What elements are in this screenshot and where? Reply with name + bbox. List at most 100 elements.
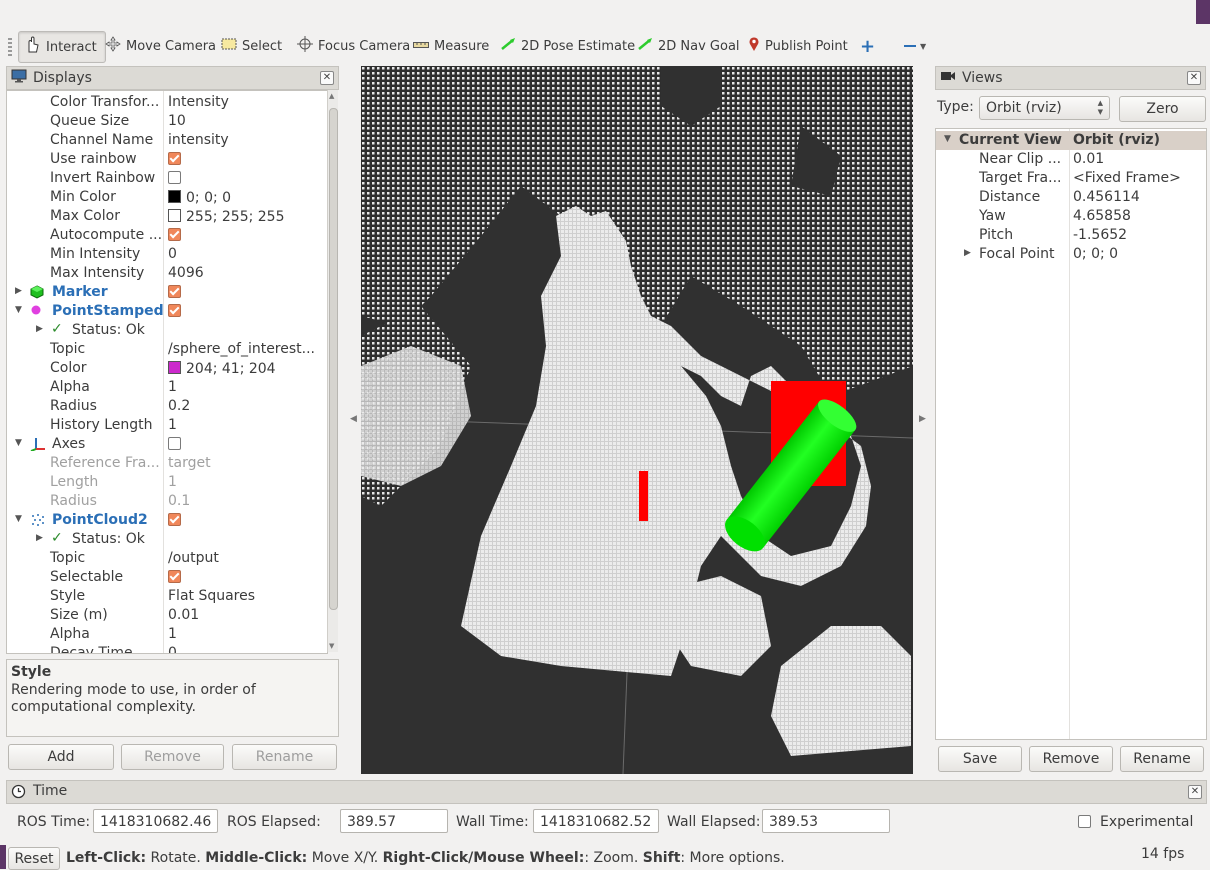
ros-elapsed-field[interactable]: 389.57 bbox=[340, 809, 448, 833]
remove-tool-button[interactable]: ▼ bbox=[904, 31, 926, 61]
property-key: Radius bbox=[50, 493, 97, 509]
view-property-row[interactable]: Pitch -1.5652 bbox=[936, 226, 1206, 245]
ros-time-field[interactable]: 1418310682.46 bbox=[93, 809, 218, 833]
property-key: History Length bbox=[50, 417, 153, 433]
save-view-button[interactable]: Save bbox=[938, 746, 1022, 772]
property-row[interactable]: Reference Fra... target bbox=[7, 454, 325, 473]
property-row[interactable]: Selectable bbox=[7, 568, 325, 587]
displays-title: Displays bbox=[33, 70, 92, 86]
property-row[interactable]: Style Flat Squares bbox=[7, 587, 325, 606]
dropdown-arrow-icon: ▼ bbox=[920, 41, 927, 51]
property-row[interactable]: ▶ ✓ Status: Ok bbox=[7, 530, 325, 549]
current-view-header[interactable]: ▼ Current View Orbit (rviz) bbox=[936, 131, 1206, 150]
property-row[interactable]: Topic/output bbox=[7, 549, 325, 568]
expand-open-icon[interactable]: ▼ bbox=[15, 305, 22, 315]
view-property-row[interactable]: Yaw 4.65858 bbox=[936, 207, 1206, 226]
property-row[interactable]: Alpha 1 bbox=[7, 625, 325, 644]
property-row[interactable]: Autocompute ... bbox=[7, 226, 325, 245]
tool-2d-nav-goal[interactable]: 2D Nav Goal bbox=[637, 31, 740, 61]
property-checkbox[interactable] bbox=[168, 304, 181, 317]
description-text: Rendering mode to use, in order of compu… bbox=[11, 682, 256, 715]
property-checkbox[interactable] bbox=[168, 228, 181, 241]
property-row[interactable]: Alpha 1 bbox=[7, 378, 325, 397]
tool-focus-camera[interactable]: Focus Camera bbox=[297, 31, 410, 61]
close-icon[interactable]: ✕ bbox=[1188, 785, 1202, 799]
property-row[interactable]: Size (m) 0.01 bbox=[7, 606, 325, 625]
property-checkbox[interactable] bbox=[168, 513, 181, 526]
remove-display-button[interactable]: Remove bbox=[121, 744, 224, 770]
close-icon[interactable]: ✕ bbox=[1187, 71, 1201, 85]
expand-closed-icon[interactable]: ▶ bbox=[36, 324, 43, 334]
view-property-row[interactable]: ▶ Focal Point 0; 0; 0 bbox=[936, 245, 1206, 264]
scrollbar-thumb[interactable] bbox=[329, 108, 338, 610]
property-row[interactable]: Queue Size 10 bbox=[7, 112, 325, 131]
property-key: Topic bbox=[50, 341, 86, 357]
property-row[interactable]: Invert Rainbow bbox=[7, 169, 325, 188]
tool-measure[interactable]: Measure bbox=[413, 31, 489, 61]
add-tool-button[interactable]: + bbox=[860, 31, 875, 61]
reset-button[interactable]: Reset bbox=[8, 847, 60, 870]
wall-elapsed-field[interactable]: 389.53 bbox=[762, 809, 890, 833]
property-row[interactable]: Min Color 0; 0; 0 bbox=[7, 188, 325, 207]
property-row[interactable]: Color Transfor... Intensity bbox=[7, 93, 325, 112]
property-row[interactable]: Max Color 255; 255; 255 bbox=[7, 207, 325, 226]
property-row[interactable]: Color 204; 41; 204 bbox=[7, 359, 325, 378]
property-row[interactable]: ▼ Axes bbox=[7, 435, 325, 454]
tool-interact[interactable]: Interact bbox=[18, 31, 106, 63]
property-checkbox[interactable] bbox=[168, 285, 181, 298]
expand-open-icon[interactable]: ▼ bbox=[944, 134, 951, 144]
tool-select[interactable]: Select bbox=[221, 31, 282, 61]
close-icon[interactable]: ✕ bbox=[320, 71, 334, 85]
property-key: Alpha bbox=[50, 626, 90, 642]
property-row[interactable]: Min Intensity 0 bbox=[7, 245, 325, 264]
property-row[interactable]: ▶ ✓ Status: Ok bbox=[7, 321, 325, 340]
collapse-left-icon[interactable]: ◀ bbox=[350, 414, 357, 424]
view-type-select[interactable]: Orbit (rviz) ▲ ▼ bbox=[979, 96, 1110, 120]
zero-button[interactable]: Zero bbox=[1119, 96, 1206, 122]
expand-open-icon[interactable]: ▼ bbox=[15, 438, 22, 448]
rename-display-button[interactable]: Rename bbox=[232, 744, 337, 770]
property-checkbox[interactable] bbox=[168, 437, 181, 450]
rename-view-button[interactable]: Rename bbox=[1120, 746, 1204, 772]
property-row[interactable]: Topic/sphere_of_interest... bbox=[7, 340, 325, 359]
toolbar-grip[interactable] bbox=[8, 38, 12, 56]
displays-scrollbar[interactable]: ▲ ▼ bbox=[327, 90, 338, 652]
expand-closed-icon[interactable]: ▶ bbox=[15, 286, 22, 296]
property-row[interactable]: Max Intensity 4096 bbox=[7, 264, 325, 283]
expand-closed-icon[interactable]: ▶ bbox=[36, 533, 43, 543]
expand-open-icon[interactable]: ▼ bbox=[15, 514, 22, 524]
desktop-edge bbox=[1196, 0, 1210, 24]
property-key: Status: Ok bbox=[72, 322, 145, 338]
view-property-row[interactable]: Distance 0.456114 bbox=[936, 188, 1206, 207]
property-row[interactable]: Decay Time 0 bbox=[7, 644, 325, 653]
property-checkbox[interactable] bbox=[168, 152, 181, 165]
view-property-row[interactable]: Target Fra... <Fixed Frame> bbox=[936, 169, 1206, 188]
views-tree: ▼ Current View Orbit (rviz) Near Clip ..… bbox=[935, 128, 1207, 740]
scroll-up-icon[interactable]: ▲ bbox=[329, 92, 334, 100]
wall-time-field[interactable]: 1418310682.52 bbox=[533, 809, 659, 833]
scroll-down-icon[interactable]: ▼ bbox=[329, 642, 334, 650]
tool-publish-point[interactable]: Publish Point bbox=[748, 31, 848, 61]
point-cloud-scene bbox=[361, 66, 913, 774]
property-checkbox[interactable] bbox=[168, 171, 181, 184]
remove-view-button[interactable]: Remove bbox=[1029, 746, 1113, 772]
expand-closed-icon[interactable]: ▶ bbox=[964, 248, 971, 258]
view-property-row[interactable]: Near Clip ... 0.01 bbox=[936, 150, 1206, 169]
property-checkbox[interactable] bbox=[168, 570, 181, 583]
render-viewport[interactable] bbox=[361, 66, 913, 774]
experimental-checkbox[interactable] bbox=[1078, 815, 1091, 828]
property-row[interactable]: Radius 0.2 bbox=[7, 397, 325, 416]
property-row[interactable]: Channel Name intensity bbox=[7, 131, 325, 150]
property-row[interactable]: Length 1 bbox=[7, 473, 325, 492]
property-row[interactable]: ▶ Marker bbox=[7, 283, 325, 302]
property-row[interactable]: ▼ PointCloud2 bbox=[7, 511, 325, 530]
tool-move-camera[interactable]: Move Camera bbox=[105, 31, 216, 61]
add-display-button[interactable]: Add bbox=[8, 744, 114, 770]
property-row[interactable]: ▼ PointStamped bbox=[7, 302, 325, 321]
property-row[interactable]: Radius 0.1 bbox=[7, 492, 325, 511]
property-row[interactable]: History Length 1 bbox=[7, 416, 325, 435]
property-row[interactable]: Use rainbow bbox=[7, 150, 325, 169]
tool-2d-pose-estimate[interactable]: 2D Pose Estimate bbox=[500, 31, 635, 61]
button-label: Reset bbox=[14, 850, 54, 867]
collapse-right-icon[interactable]: ▶ bbox=[919, 414, 926, 424]
